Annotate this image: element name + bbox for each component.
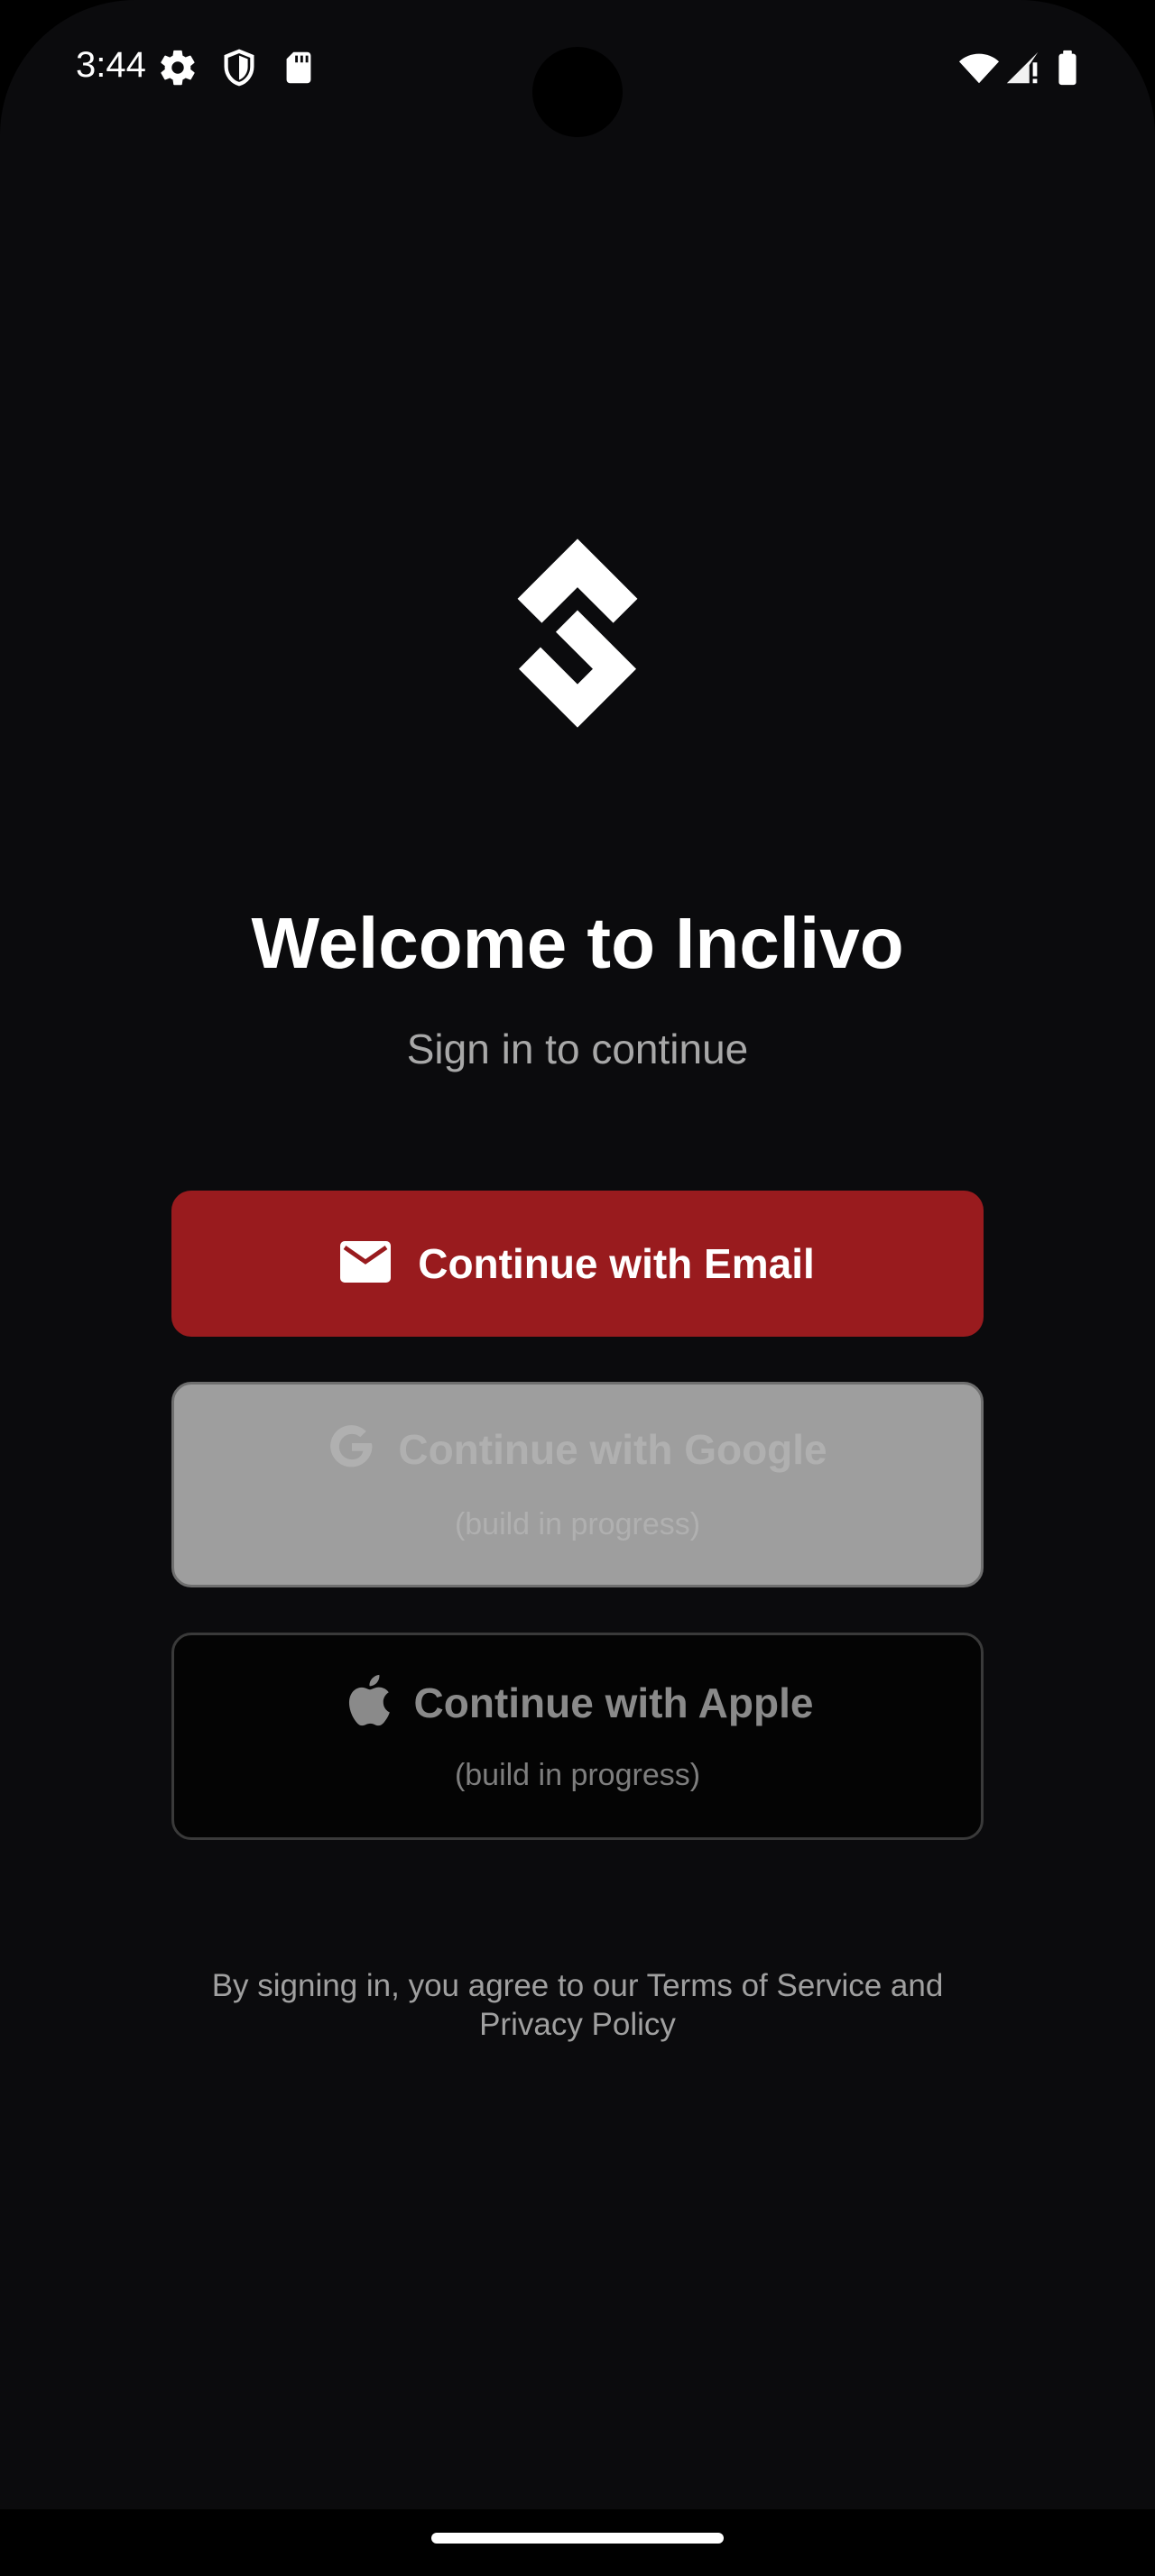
- cell-signal-icon: [1003, 47, 1045, 88]
- page-subtitle: Sign in to continue: [406, 1026, 749, 1072]
- mail-icon: [340, 1240, 392, 1287]
- sd-card-icon: [278, 47, 319, 88]
- gear-icon: [157, 47, 199, 88]
- camera-cutout: [532, 47, 623, 137]
- battery-icon: [1047, 47, 1088, 88]
- google-button-sublabel: (build in progress): [454, 1507, 701, 1541]
- terms-line-1: By signing in, you agree to our Terms of…: [211, 1968, 944, 2003]
- terms-line-2: Privacy Policy: [479, 2007, 676, 2042]
- google-icon: [328, 1422, 376, 1476]
- inclivo-logo-icon: [480, 536, 675, 731]
- apple-button-label: Continue with Apple: [413, 1679, 814, 1726]
- app-screen: 3:44 Welcome to Inclivo Sign in to conti…: [0, 0, 1155, 2576]
- continue-with-email-button[interactable]: Continue with Email: [171, 1191, 984, 1337]
- page-title: Welcome to Inclivo: [251, 903, 904, 983]
- home-indicator[interactable]: [431, 2533, 724, 2544]
- apple-button-sublabel: (build in progress): [454, 1758, 701, 1792]
- apple-icon: [342, 1673, 393, 1732]
- shield-icon: [218, 47, 260, 88]
- email-button-label: Continue with Email: [418, 1240, 815, 1287]
- continue-with-apple-button[interactable]: Continue with Apple (build in progress): [171, 1633, 984, 1840]
- terms-notice: By signing in, you agree to our Terms of…: [171, 1966, 984, 2044]
- continue-with-google-button[interactable]: Continue with Google (build in progress): [171, 1382, 984, 1587]
- wifi-icon: [958, 47, 1000, 88]
- google-button-label: Continue with Google: [398, 1425, 827, 1473]
- status-time: 3:44: [76, 45, 146, 85]
